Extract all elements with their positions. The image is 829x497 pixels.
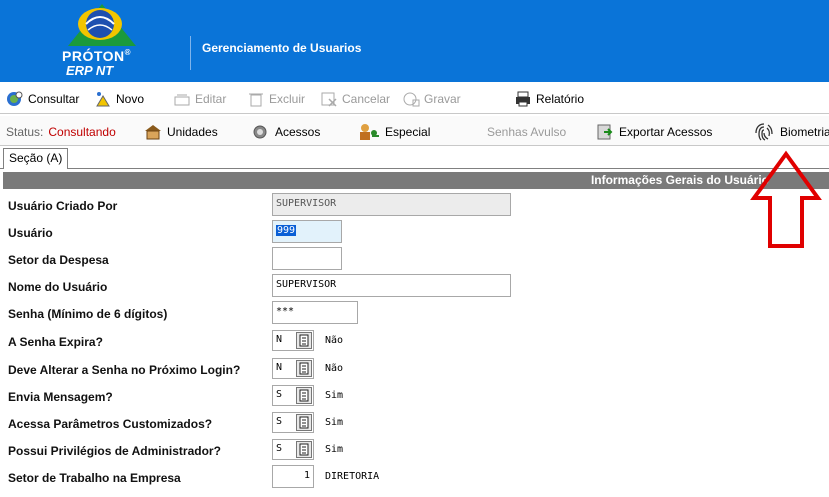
senha-field[interactable]: *** — [272, 301, 358, 324]
trash-icon — [249, 93, 263, 107]
proton-logo: PRÓTON® ERP NT — [60, 0, 144, 80]
param-custom-value: S — [276, 416, 283, 427]
setor-despesa-field[interactable] — [272, 247, 342, 270]
editar-button[interactable]: Editar — [173, 89, 226, 109]
gravar-label: Gravar — [424, 92, 461, 106]
status-indicator: Status: Consultando — [6, 123, 116, 141]
alterar-senha-select[interactable]: N — [272, 358, 314, 379]
status-label: Status: — [6, 125, 44, 139]
admin-label: Possui Privilégios de Administrador? — [8, 444, 221, 458]
excluir-button[interactable]: Excluir — [247, 89, 305, 109]
acessos-label: Acessos — [275, 125, 321, 139]
nome-field[interactable]: SUPERVISOR — [272, 274, 511, 297]
exportar-acessos-label: Exportar Acessos — [619, 125, 713, 139]
biometria-button[interactable]: Biometria — [753, 123, 829, 141]
novo-button[interactable]: Novo — [94, 89, 144, 109]
unidades-button[interactable]: Unidades — [144, 123, 218, 141]
logo-line1: PRÓTON — [62, 48, 125, 64]
especial-label: Especial — [385, 125, 431, 139]
usuario-field[interactable]: 999 — [272, 220, 342, 243]
nome-label: Nome do Usuário — [8, 280, 108, 294]
acessos-button[interactable]: Acessos — [252, 123, 320, 141]
list-picker-icon[interactable] — [296, 332, 312, 349]
section-header: Informações Gerais do Usuário — [3, 172, 829, 189]
annotation-arrow-icon — [750, 150, 822, 248]
relatorio-button[interactable]: Relatório — [514, 89, 584, 109]
criado-por-field: SUPERVISOR — [272, 193, 511, 216]
header-divider — [190, 36, 191, 70]
param-custom-desc: Sim — [325, 417, 344, 428]
setor-trabalho-label: Setor de Trabalho na Empresa — [8, 471, 181, 485]
tab-bar: Seção (A) — [0, 147, 829, 169]
app-header: PRÓTON® ERP NT Gerenciamento de Usuarios — [0, 0, 829, 82]
consultar-label: Consultar — [28, 92, 80, 106]
gravar-button[interactable]: Gravar — [402, 89, 461, 109]
envia-mensagem-select[interactable]: S — [272, 385, 314, 406]
senha-expira-desc: Não — [325, 335, 344, 346]
novo-label: Novo — [116, 92, 145, 106]
unidades-label: Unidades — [167, 125, 218, 139]
exportar-acessos-button[interactable]: Exportar Acessos — [596, 123, 712, 141]
users-key-icon — [360, 124, 379, 140]
senha-expira-value: N — [276, 334, 283, 345]
consultar-button[interactable]: Consultar — [6, 89, 79, 109]
edit-icon — [174, 94, 190, 106]
usuario-label: Usuário — [8, 226, 53, 240]
save-icon — [403, 92, 420, 107]
excluir-label: Excluir — [269, 92, 306, 106]
alterar-senha-value: N — [276, 362, 283, 373]
envia-mensagem-value: S — [276, 389, 283, 400]
list-picker-icon[interactable] — [296, 441, 312, 458]
fingerprint-icon — [755, 123, 773, 141]
building-icon — [145, 125, 161, 140]
biometria-label: Biometria — [780, 125, 829, 139]
senhas-avulso-label: Senhas Avulso — [487, 125, 567, 139]
admin-value: S — [276, 443, 283, 454]
status-bar: Status: Consultando Unidades Acessos Esp… — [0, 116, 829, 146]
cancel-icon — [321, 92, 337, 107]
envia-mensagem-label: Envia Mensagem? — [8, 390, 113, 404]
senha-expira-label: A Senha Expira? — [8, 335, 103, 349]
criado-por-label: Usuário Criado Por — [8, 199, 118, 213]
relatorio-label: Relatório — [536, 92, 585, 106]
status-value: Consultando — [48, 125, 116, 139]
logo-line2: ERP NT — [66, 63, 114, 78]
magnifier-icon — [253, 125, 267, 139]
export-icon — [597, 124, 613, 140]
new-icon — [96, 92, 110, 107]
admin-desc: Sim — [325, 444, 344, 455]
cancelar-button[interactable]: Cancelar — [320, 89, 390, 109]
tab-secao-a[interactable]: Seção (A) — [3, 148, 69, 169]
cancelar-label: Cancelar — [342, 92, 391, 106]
printer-icon — [516, 91, 530, 107]
list-picker-icon[interactable] — [296, 360, 312, 377]
param-custom-label: Acessa Parâmetros Customizados? — [8, 417, 213, 431]
alterar-senha-label: Deve Alterar a Senha no Próximo Login? — [8, 363, 241, 377]
senhas-avulso-button[interactable]: Senhas Avulso — [487, 123, 566, 141]
action-toolbar: Consultar Novo Editar Excluir Cancelar G… — [0, 84, 829, 114]
alterar-senha-desc: Não — [325, 363, 344, 374]
senha-label: Senha (Mínimo de 6 dígitos) — [8, 307, 168, 321]
setor-trabalho-field[interactable]: 1 — [272, 465, 314, 488]
especial-button[interactable]: Especial — [358, 123, 430, 141]
logo-reg: ® — [124, 48, 132, 57]
list-picker-icon[interactable] — [296, 414, 312, 431]
usuario-value: 999 — [276, 225, 297, 236]
param-custom-select[interactable]: S — [272, 412, 314, 433]
setor-trabalho-desc: DIRETORIA — [325, 471, 380, 482]
page-title: Gerenciamento de Usuarios — [202, 41, 362, 55]
envia-mensagem-desc: Sim — [325, 390, 344, 401]
admin-select[interactable]: S — [272, 439, 314, 460]
senha-expira-select[interactable]: N — [272, 330, 314, 351]
list-picker-icon[interactable] — [296, 387, 312, 404]
setor-despesa-label: Setor da Despesa — [8, 253, 109, 267]
globe-search-icon — [7, 91, 23, 106]
editar-label: Editar — [195, 92, 227, 106]
